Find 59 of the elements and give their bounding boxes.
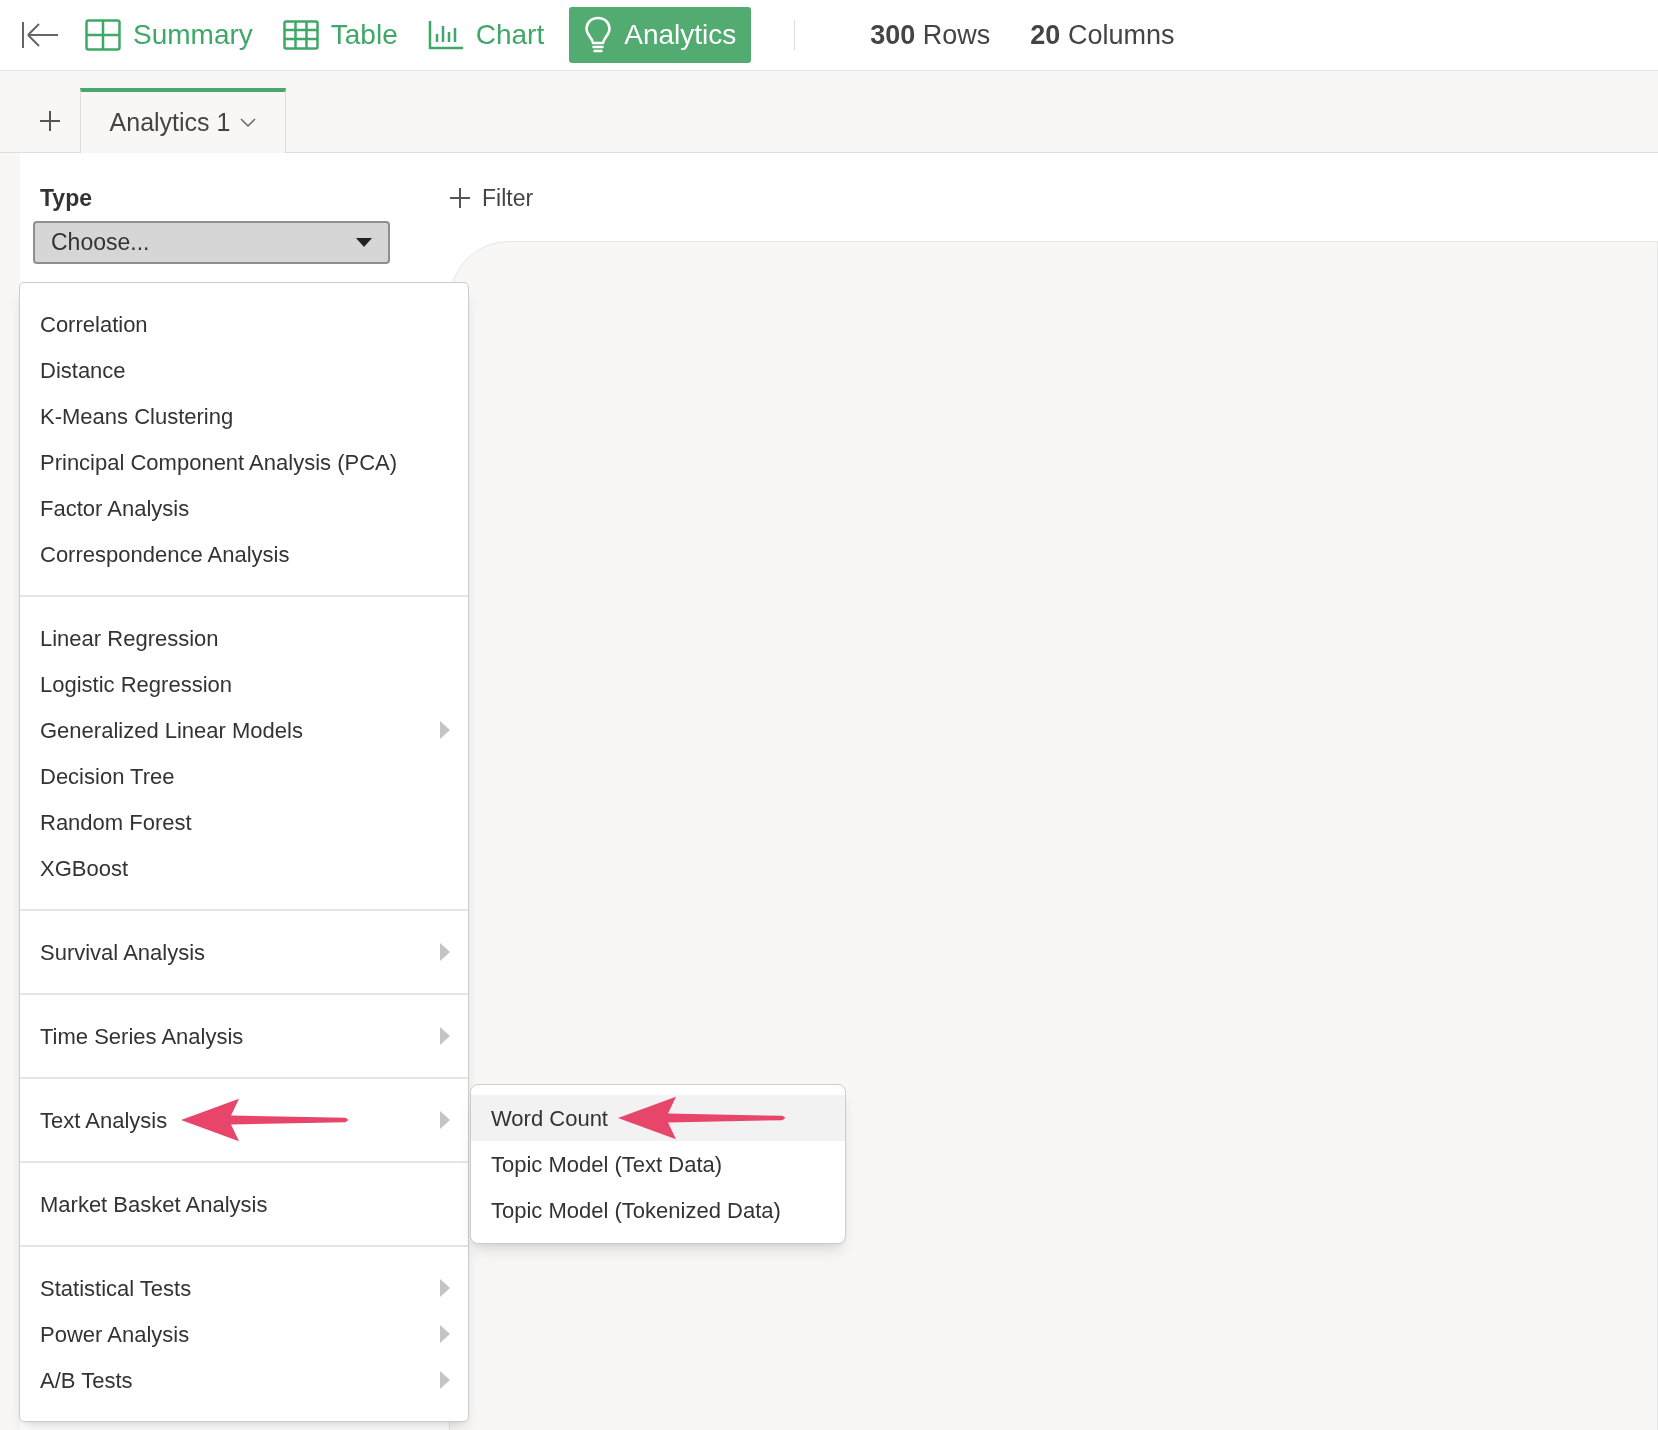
submenu-item[interactable]: Topic Model (Text Data) — [471, 1141, 845, 1187]
menu-item[interactable]: XGBoost — [20, 845, 468, 891]
menu-item[interactable]: A/B Tests — [20, 1357, 468, 1403]
menu-item[interactable]: Correspondence Analysis — [20, 531, 468, 577]
count-label: 300 Rows — [870, 18, 991, 52]
menu-item[interactable]: Statistical Tests — [20, 1265, 468, 1311]
menu-item-label: Principal Component Analysis (PCA) — [40, 448, 398, 477]
menu-item-label: Text Analysis — [40, 1106, 168, 1135]
grid-icon — [85, 19, 121, 51]
menu-item[interactable]: Decision Tree — [20, 753, 468, 799]
submenu-item-label: Word Count — [491, 1104, 608, 1133]
menu-item-label: XGBoost — [40, 854, 129, 883]
menu-item[interactable]: Principal Component Analysis (PCA) — [20, 439, 468, 485]
menu-item[interactable]: Survival Analysis — [20, 929, 468, 975]
menu-item-label: Survival Analysis — [40, 938, 206, 967]
chevron-down-icon — [240, 117, 257, 128]
filter-button[interactable]: Filter — [450, 183, 534, 213]
menu-item-label: Correlation — [40, 310, 148, 339]
menu-item[interactable]: Power Analysis — [20, 1311, 468, 1357]
menu-item-label: Decision Tree — [40, 762, 175, 791]
menu-item-label: A/B Tests — [40, 1366, 133, 1395]
menu-item-label: Random Forest — [40, 808, 192, 837]
menu-item[interactable]: Linear Regression — [20, 615, 468, 661]
plus-icon — [450, 188, 470, 208]
menu-item-label: K-Means Clustering — [40, 402, 234, 431]
menu-item[interactable]: Time Series Analysis — [20, 1013, 468, 1059]
menu-item-label: Power Analysis — [40, 1320, 190, 1349]
submenu-item[interactable]: Topic Model (Tokenized Data) — [471, 1187, 845, 1233]
plus-icon — [39, 110, 61, 132]
menu-item[interactable]: Text Analysis — [20, 1097, 468, 1143]
bar-chart-icon — [427, 20, 464, 50]
submenu-item-label: Topic Model (Tokenized Data) — [491, 1196, 781, 1225]
menu-item[interactable]: Random Forest — [20, 799, 468, 845]
menu-item[interactable]: Correlation — [20, 301, 468, 347]
count-label: 20 Columns — [1030, 18, 1175, 52]
menu-item-label: Generalized Linear Models — [40, 716, 303, 745]
menu-item-label: Logistic Regression — [40, 670, 232, 699]
menu-item-label: Distance — [40, 356, 126, 385]
menu-item[interactable]: Logistic Regression — [20, 661, 468, 707]
menu-item-label: Factor Analysis — [40, 494, 190, 523]
lightbulb-icon — [584, 16, 613, 54]
menu-item-label: Correspondence Analysis — [40, 540, 290, 569]
menu-item-label: Time Series Analysis — [40, 1022, 244, 1051]
menu-item-label: Linear Regression — [40, 624, 219, 653]
back-icon — [21, 20, 59, 50]
submenu-item[interactable]: Word Count — [471, 1095, 845, 1141]
type-label: Type — [40, 184, 92, 213]
submenu-item-label: Topic Model (Text Data) — [491, 1150, 723, 1179]
table-icon — [282, 20, 319, 50]
menu-item-label: Market Basket Analysis — [40, 1190, 268, 1219]
menu-item[interactable]: Generalized Linear Models — [20, 707, 468, 753]
menu-item[interactable]: Market Basket Analysis — [20, 1181, 468, 1227]
type-dropdown[interactable]: Choose... — [33, 221, 390, 264]
menu-item[interactable]: Distance — [20, 347, 468, 393]
analysis-tab[interactable]: Analytics 1 — [80, 88, 286, 153]
dropdown-caret-icon — [356, 238, 372, 247]
menu-item-label: Statistical Tests — [40, 1274, 192, 1303]
menu-item[interactable]: K-Means Clustering — [20, 393, 468, 439]
menu-item[interactable]: Factor Analysis — [20, 485, 468, 531]
